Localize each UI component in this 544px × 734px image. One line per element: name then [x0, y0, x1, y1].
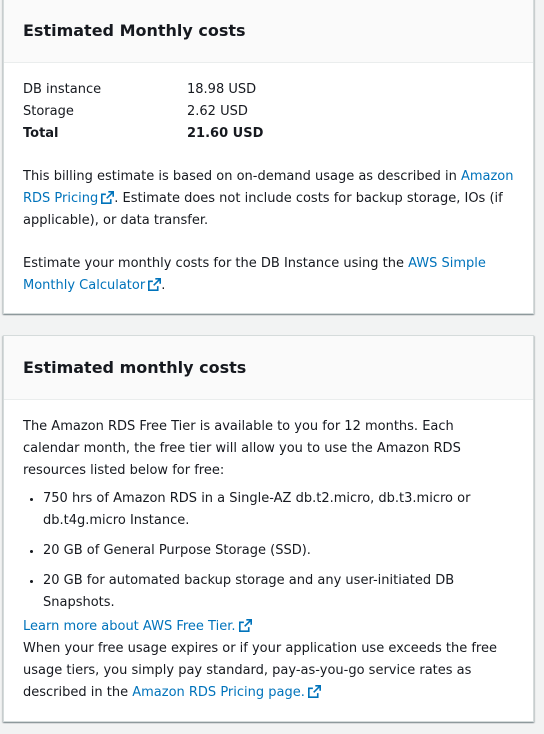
- list-item: 750 hrs of Amazon RDS in a Single-AZ db.…: [43, 488, 514, 532]
- list-item: 20 GB for automated backup storage and a…: [43, 570, 514, 614]
- calc-text: .: [161, 278, 166, 293]
- list-item: 20 GB of General Purpose Storage (SSD).: [43, 540, 514, 562]
- cost-row-storage: Storage 2.62 USD: [23, 101, 514, 123]
- billing-text: This billing estimate is based on on-dem…: [23, 169, 461, 184]
- link-label: Amazon RDS Pricing page.: [132, 685, 305, 700]
- link-label: Learn more about AWS Free Tier.: [23, 619, 236, 634]
- free-usage-expiry-note: When your free usage expires or if your …: [23, 638, 514, 704]
- cost-label: Total: [23, 126, 59, 141]
- cost-table: DB instance 18.98 USD Storage 2.62 USD T…: [23, 79, 514, 145]
- cost-value: 18.98 USD: [187, 82, 257, 97]
- calc-text: Estimate your monthly costs for the DB I…: [23, 256, 409, 271]
- estimated-monthly-costs-panel: Estimated Monthly costs DB instance 18.9…: [3, 0, 534, 314]
- external-link-icon: [101, 191, 115, 204]
- panel-title: Estimated monthly costs: [4, 336, 533, 400]
- cost-label: Storage: [23, 104, 74, 119]
- free-tier-costs-panel: Estimated monthly costs The Amazon RDS F…: [3, 335, 534, 722]
- cost-row-total: Total 21.60 USD: [23, 123, 514, 145]
- panel-title: Estimated Monthly costs: [4, 0, 533, 63]
- amazon-rds-pricing-page-link[interactable]: Amazon RDS Pricing page.: [132, 685, 321, 700]
- external-link-icon: [238, 619, 252, 632]
- learn-more-line: Learn more about AWS Free Tier.: [23, 616, 514, 638]
- cost-value: 21.60 USD: [187, 126, 264, 141]
- billing-estimate-note: This billing estimate is based on on-dem…: [23, 166, 514, 232]
- cost-label: DB instance: [23, 82, 102, 97]
- external-link-icon: [307, 685, 321, 698]
- free-tier-list: 750 hrs of Amazon RDS in a Single-AZ db.…: [23, 488, 514, 614]
- free-tier-intro: The Amazon RDS Free Tier is available to…: [23, 419, 461, 478]
- learn-more-free-tier-link[interactable]: Learn more about AWS Free Tier.: [23, 619, 252, 634]
- cost-row-db-instance: DB instance 18.98 USD: [23, 79, 514, 101]
- external-link-icon: [148, 278, 162, 291]
- calculator-note: Estimate your monthly costs for the DB I…: [23, 253, 514, 297]
- cost-value: 2.62 USD: [187, 104, 248, 119]
